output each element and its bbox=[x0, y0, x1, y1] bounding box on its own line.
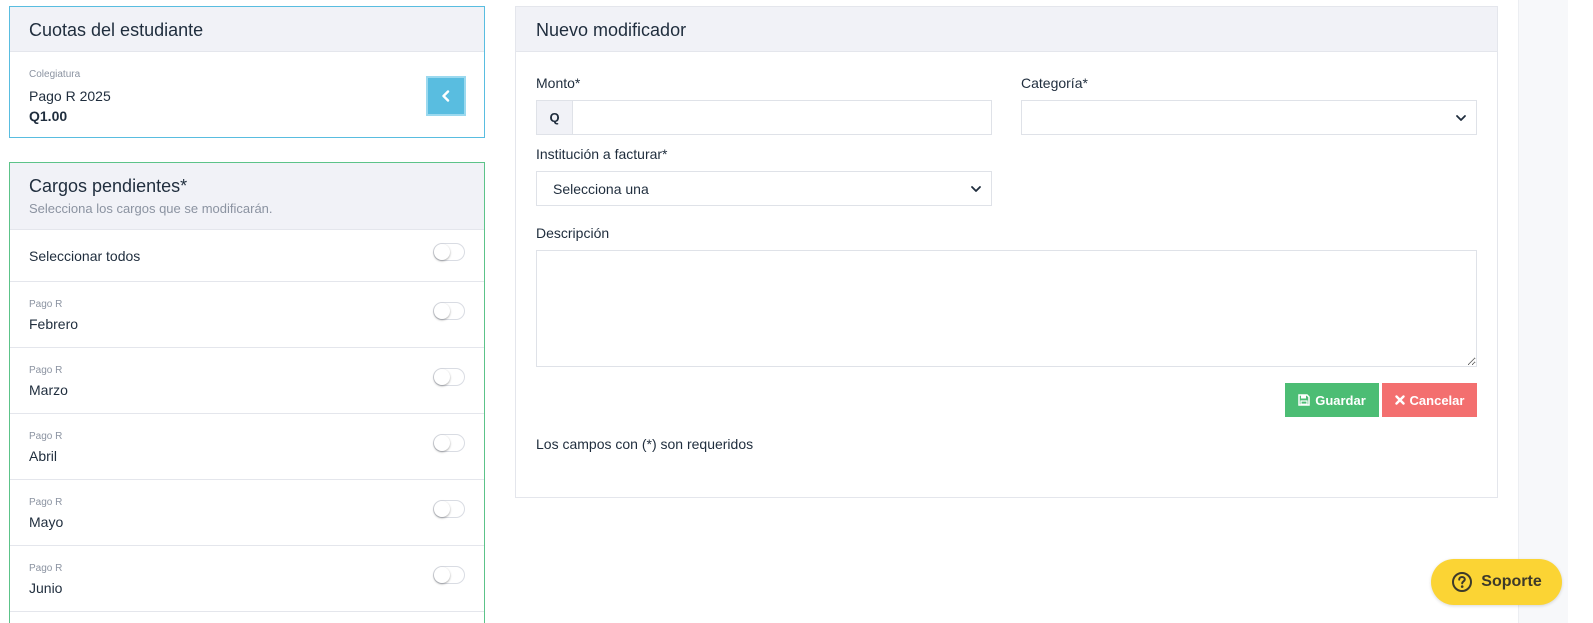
charge-row: Pago R Marzo bbox=[10, 348, 484, 414]
new-modifier-header: Nuevo modificador bbox=[516, 7, 1497, 52]
select-all-row: Seleccionar todos bbox=[10, 230, 484, 282]
charge-row: Pago R Febrero bbox=[10, 282, 484, 348]
monto-label: Monto* bbox=[536, 75, 581, 91]
charge-row: Pago R Mayo bbox=[10, 480, 484, 546]
charge-toggle[interactable] bbox=[433, 302, 465, 320]
floppy-disk-icon bbox=[1298, 394, 1310, 406]
cancel-label: Cancelar bbox=[1409, 392, 1465, 408]
select-all-toggle[interactable] bbox=[433, 243, 465, 261]
monto-input[interactable] bbox=[572, 100, 992, 135]
charge-category: Pago R bbox=[29, 299, 63, 310]
institucion-selected: Selecciona una bbox=[553, 180, 649, 197]
save-button[interactable]: Guardar bbox=[1285, 383, 1379, 417]
new-modifier-panel: Nuevo modificador Monto* Q Categoría* In… bbox=[515, 6, 1498, 498]
charge-toggle[interactable] bbox=[433, 500, 465, 518]
charge-toggle[interactable] bbox=[433, 434, 465, 452]
charge-toggle[interactable] bbox=[433, 566, 465, 584]
support-label: Soporte bbox=[1481, 573, 1542, 590]
back-button[interactable] bbox=[426, 76, 466, 116]
select-all-label: Seleccionar todos bbox=[29, 247, 141, 264]
charge-name: Mayo bbox=[29, 514, 64, 530]
cancel-button[interactable]: Cancelar bbox=[1382, 383, 1477, 417]
charge-name: Junio bbox=[29, 580, 63, 596]
institucion-label: Institución a facturar* bbox=[536, 146, 668, 162]
pending-charges-panel: Cargos pendientes* Selecciona los cargos… bbox=[9, 162, 485, 623]
charge-name: Febrero bbox=[29, 316, 79, 332]
new-modifier-title: Nuevo modificador bbox=[536, 20, 687, 40]
charge-category: Pago R bbox=[29, 563, 63, 574]
close-icon bbox=[1394, 395, 1405, 405]
chevron-left-icon bbox=[442, 90, 450, 102]
charge-name: Abril bbox=[29, 448, 58, 464]
descripcion-textarea[interactable] bbox=[536, 250, 1477, 367]
required-note: Los campos con (*) son requeridos bbox=[536, 436, 754, 452]
pending-charges-title: Cargos pendientes* bbox=[29, 176, 188, 196]
charge-toggle[interactable] bbox=[433, 368, 465, 386]
charge-category: Pago R bbox=[29, 497, 63, 508]
save-label: Guardar bbox=[1315, 392, 1366, 408]
fee-amount: Q1.00 bbox=[29, 108, 68, 124]
student-fees-panel: Cuotas del estudiante Colegiatura Pago R… bbox=[9, 6, 485, 138]
charge-row: Pago R Abril bbox=[10, 414, 484, 480]
question-circle-icon bbox=[1452, 572, 1473, 592]
charge-row: Pago R Junio bbox=[10, 546, 484, 612]
categoria-select[interactable] bbox=[1021, 100, 1477, 135]
currency-prefix: Q bbox=[536, 100, 572, 135]
charge-category: Pago R bbox=[29, 365, 63, 376]
fee-item: Colegiatura Pago R 2025 Q1.00 bbox=[10, 52, 484, 138]
categoria-label: Categoría* bbox=[1021, 75, 1088, 91]
fee-name: Pago R 2025 bbox=[29, 88, 111, 104]
descripcion-label: Descripción bbox=[536, 225, 610, 241]
student-fees-title: Cuotas del estudiante bbox=[29, 20, 204, 40]
charge-category: Pago R bbox=[29, 431, 63, 442]
institucion-select[interactable]: Selecciona una bbox=[536, 171, 992, 206]
chevron-down-icon bbox=[971, 186, 981, 192]
chevron-down-icon bbox=[1456, 115, 1466, 121]
fee-category: Colegiatura bbox=[29, 69, 81, 80]
pending-charges-header: Cargos pendientes* Selecciona los cargos… bbox=[10, 163, 484, 230]
student-fees-header: Cuotas del estudiante bbox=[10, 7, 484, 52]
right-rail bbox=[1518, 0, 1568, 623]
pending-charges-subtitle: Selecciona los cargos que se modificarán… bbox=[29, 201, 273, 216]
support-button[interactable]: Soporte bbox=[1431, 559, 1562, 605]
charge-name: Marzo bbox=[29, 382, 68, 398]
